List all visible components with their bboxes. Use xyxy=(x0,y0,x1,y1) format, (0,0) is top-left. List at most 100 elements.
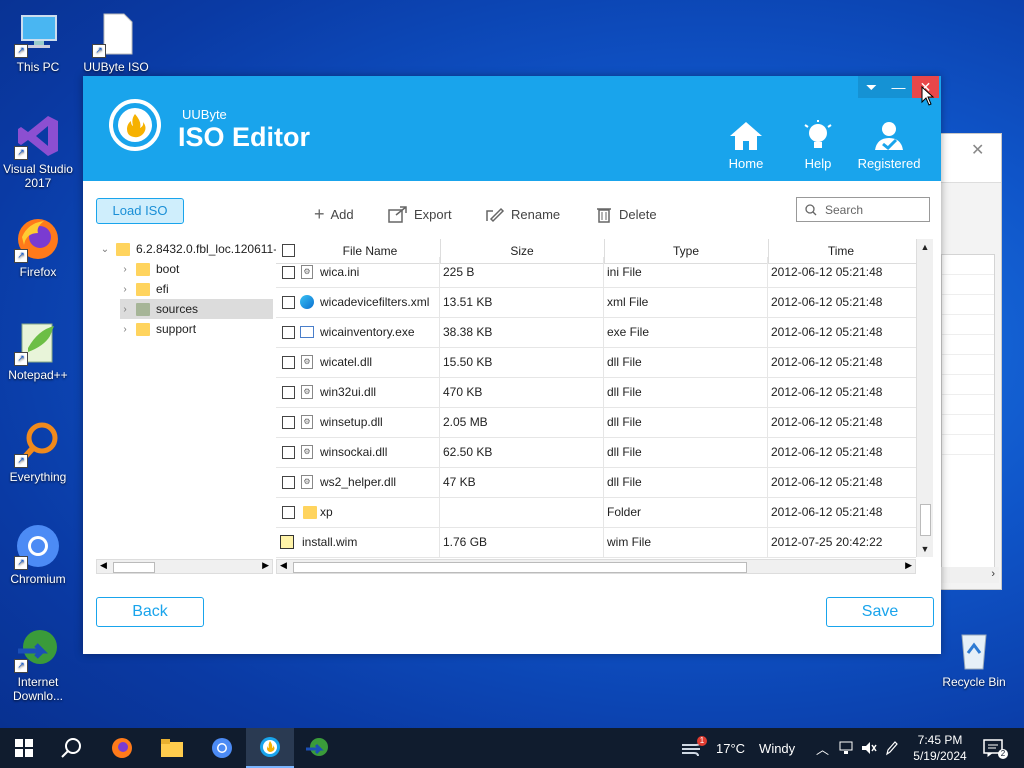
desktop-icon-internet-download[interactable]: ↗ Internet Downlo... xyxy=(0,625,76,703)
taskbar-chromium[interactable] xyxy=(198,728,246,768)
row-checkbox[interactable] xyxy=(282,356,295,369)
chevron-right-icon[interactable]: › xyxy=(120,324,130,335)
notepad-plus-icon: ↗ xyxy=(14,318,62,366)
row-checkbox[interactable] xyxy=(282,476,295,489)
table-row[interactable]: ⚙ winsockai.dll 62.50 KB dll File 2012-06-12… xyxy=(276,437,916,468)
table-row[interactable]: ⚙ wicatel.dll 15.50 KB dll File 2012-06-12 0… xyxy=(276,347,916,378)
scroll-thumb[interactable] xyxy=(113,562,155,573)
pen-icon[interactable] xyxy=(885,728,899,768)
taskbar-firefox[interactable] xyxy=(98,728,146,768)
search-button[interactable] xyxy=(48,728,96,768)
desktop-icon-everything[interactable]: ↗ Everything xyxy=(0,420,76,484)
file-name: wicainventory.exe xyxy=(318,317,440,347)
search-box[interactable]: Search xyxy=(796,197,930,222)
menu-dropdown-button[interactable]: ⏷ xyxy=(858,76,885,98)
chevron-right-icon: › xyxy=(991,568,995,580)
scroll-thumb[interactable] xyxy=(920,504,931,536)
scroll-up-icon[interactable]: ▲ xyxy=(917,239,933,255)
table-row[interactable]: wicainventory.exe 38.38 KB exe File 2012-06… xyxy=(276,317,916,348)
load-iso-button[interactable]: Load ISO xyxy=(96,198,184,224)
computer-icon: ↗ xyxy=(14,10,62,58)
table-row[interactable]: ⚙ win32ui.dll 470 KB dll File 2012-06-12 05:… xyxy=(276,377,916,408)
desktop-icon-label: Everything xyxy=(9,470,67,484)
row-checkbox[interactable] xyxy=(282,446,295,459)
desktop-icon-visual-studio[interactable]: ↗ Visual Studio 2017 xyxy=(0,112,76,190)
row-checkbox[interactable] xyxy=(282,296,295,309)
notification-count: 1 xyxy=(697,736,707,746)
file-size: 38.38 KB xyxy=(440,317,604,347)
select-all-checkbox[interactable] xyxy=(282,244,295,257)
chevron-left-icon[interactable]: ◀ xyxy=(100,560,107,571)
folder-tree: ⌄ 6.2.8432.0.fbl_loc.120611- › boot › ef… xyxy=(96,239,277,575)
close-icon[interactable]: ✕ xyxy=(971,140,984,160)
tree-horizontal-scrollbar[interactable]: ◀ ▶ xyxy=(96,559,273,574)
row-checkbox[interactable] xyxy=(282,266,295,279)
desktop-icon-chromium[interactable]: ↗ Chromium xyxy=(0,522,76,586)
chevron-right-icon[interactable]: › xyxy=(120,284,130,295)
back-button[interactable]: Back xyxy=(96,597,204,627)
save-button[interactable]: Save xyxy=(826,597,934,627)
desktop-icon-this-pc[interactable]: ↗ This PC xyxy=(0,10,76,74)
volume-muted-icon[interactable] xyxy=(860,728,878,768)
file-name: winsetup.dll xyxy=(318,407,440,437)
row-checkbox[interactable] xyxy=(282,386,295,399)
minimize-button[interactable]: — xyxy=(885,76,912,98)
table-row[interactable]: install.wim 1.76 GB wim File 2012-07-25 20:… xyxy=(276,527,916,558)
table-row[interactable]: ⚙ wica.ini 225 Bini File 2012-06-12 05:21:4… xyxy=(276,257,916,288)
scroll-thumb[interactable] xyxy=(293,562,747,573)
tree-item-efi[interactable]: › efi xyxy=(120,279,168,299)
chevron-right-icon[interactable]: ▶ xyxy=(905,560,912,571)
chevron-left-icon[interactable]: ◀ xyxy=(280,560,287,571)
table-vertical-scrollbar[interactable]: ▲ ▼ xyxy=(916,239,933,557)
file-time: 2012-06-12 05:21:48 xyxy=(771,505,883,519)
tree-item-support[interactable]: › support xyxy=(120,319,196,339)
home-button[interactable]: Home xyxy=(714,120,778,171)
notification-center-button[interactable]: 2 xyxy=(983,728,1008,768)
table-row[interactable]: ⚙ winsetup.dll 2.05 MB dll File 2012-06-12 0… xyxy=(276,407,916,438)
start-button[interactable] xyxy=(0,728,48,768)
delete-button[interactable]: Delete xyxy=(595,203,657,225)
file-type: dll File xyxy=(604,347,768,377)
registered-button[interactable]: Registered xyxy=(857,120,921,171)
chevron-right-icon[interactable]: ▶ xyxy=(262,560,269,571)
table-row[interactable]: ⚙ ws2_helper.dll 47 KB dll File 2012-06-12 0… xyxy=(276,467,916,498)
show-hidden-icons[interactable]: ︿ xyxy=(816,728,829,768)
file-size: 15.50 KB xyxy=(440,347,604,377)
scroll-down-icon[interactable]: ▼ xyxy=(917,541,933,557)
add-button[interactable]: + Add xyxy=(314,203,354,225)
desktop-icon-label: Visual Studio 2017 xyxy=(3,162,73,190)
horizontal-scrollbar[interactable]: › xyxy=(941,567,999,583)
file-time: 2012-06-12 05:21:48 xyxy=(771,415,883,429)
network-icon[interactable] xyxy=(839,728,855,768)
taskbar-file-explorer[interactable] xyxy=(148,728,196,768)
tree-item-sources[interactable]: › sources xyxy=(120,299,273,319)
clock[interactable]: 7:45 PM 5/19/2024 xyxy=(908,728,972,768)
row-checkbox[interactable] xyxy=(282,506,295,519)
help-button[interactable]: Help xyxy=(786,120,850,171)
desktop-icon-uubyte-iso[interactable]: ↗ UUByte ISO xyxy=(78,10,154,74)
chevron-right-icon[interactable]: › xyxy=(120,264,130,275)
desktop-icon-label: Recycle Bin xyxy=(942,675,1006,689)
chevron-right-icon[interactable]: › xyxy=(120,304,130,315)
tree-item-root[interactable]: ⌄ 6.2.8432.0.fbl_loc.120611- xyxy=(100,239,277,259)
desktop-icon-recycle-bin[interactable]: Recycle Bin xyxy=(936,625,1012,689)
row-checkbox[interactable] xyxy=(282,326,295,339)
edge-icon xyxy=(300,295,314,309)
tree-item-boot[interactable]: › boot xyxy=(120,259,179,279)
export-icon xyxy=(388,206,407,223)
row-checkbox[interactable] xyxy=(282,416,295,429)
file-name: win32ui.dll xyxy=(318,377,440,407)
rename-button[interactable]: Rename xyxy=(485,203,560,225)
table-horizontal-scrollbar[interactable]: ◀ ▶ xyxy=(276,559,916,574)
table-row[interactable]: xp Folder 2012-06-12 05:21:48 xyxy=(276,497,916,528)
taskbar-iso-editor[interactable] xyxy=(246,728,294,768)
weather-widget[interactable]: 1 17°C Windy xyxy=(680,728,795,768)
desktop-icon-notepad-plus[interactable]: ↗ Notepad++ xyxy=(0,318,76,382)
desktop-icon-firefox[interactable]: ↗ Firefox xyxy=(0,215,76,279)
table-row[interactable]: wicadevicefilters.xml 13.51 KB xml File 201… xyxy=(276,287,916,318)
file-icon: ↗ xyxy=(92,10,140,58)
search-input[interactable]: Search xyxy=(825,203,863,217)
export-button[interactable]: Export xyxy=(388,203,452,225)
taskbar-internet-download[interactable] xyxy=(294,728,342,768)
chevron-down-icon[interactable]: ⌄ xyxy=(100,244,110,255)
